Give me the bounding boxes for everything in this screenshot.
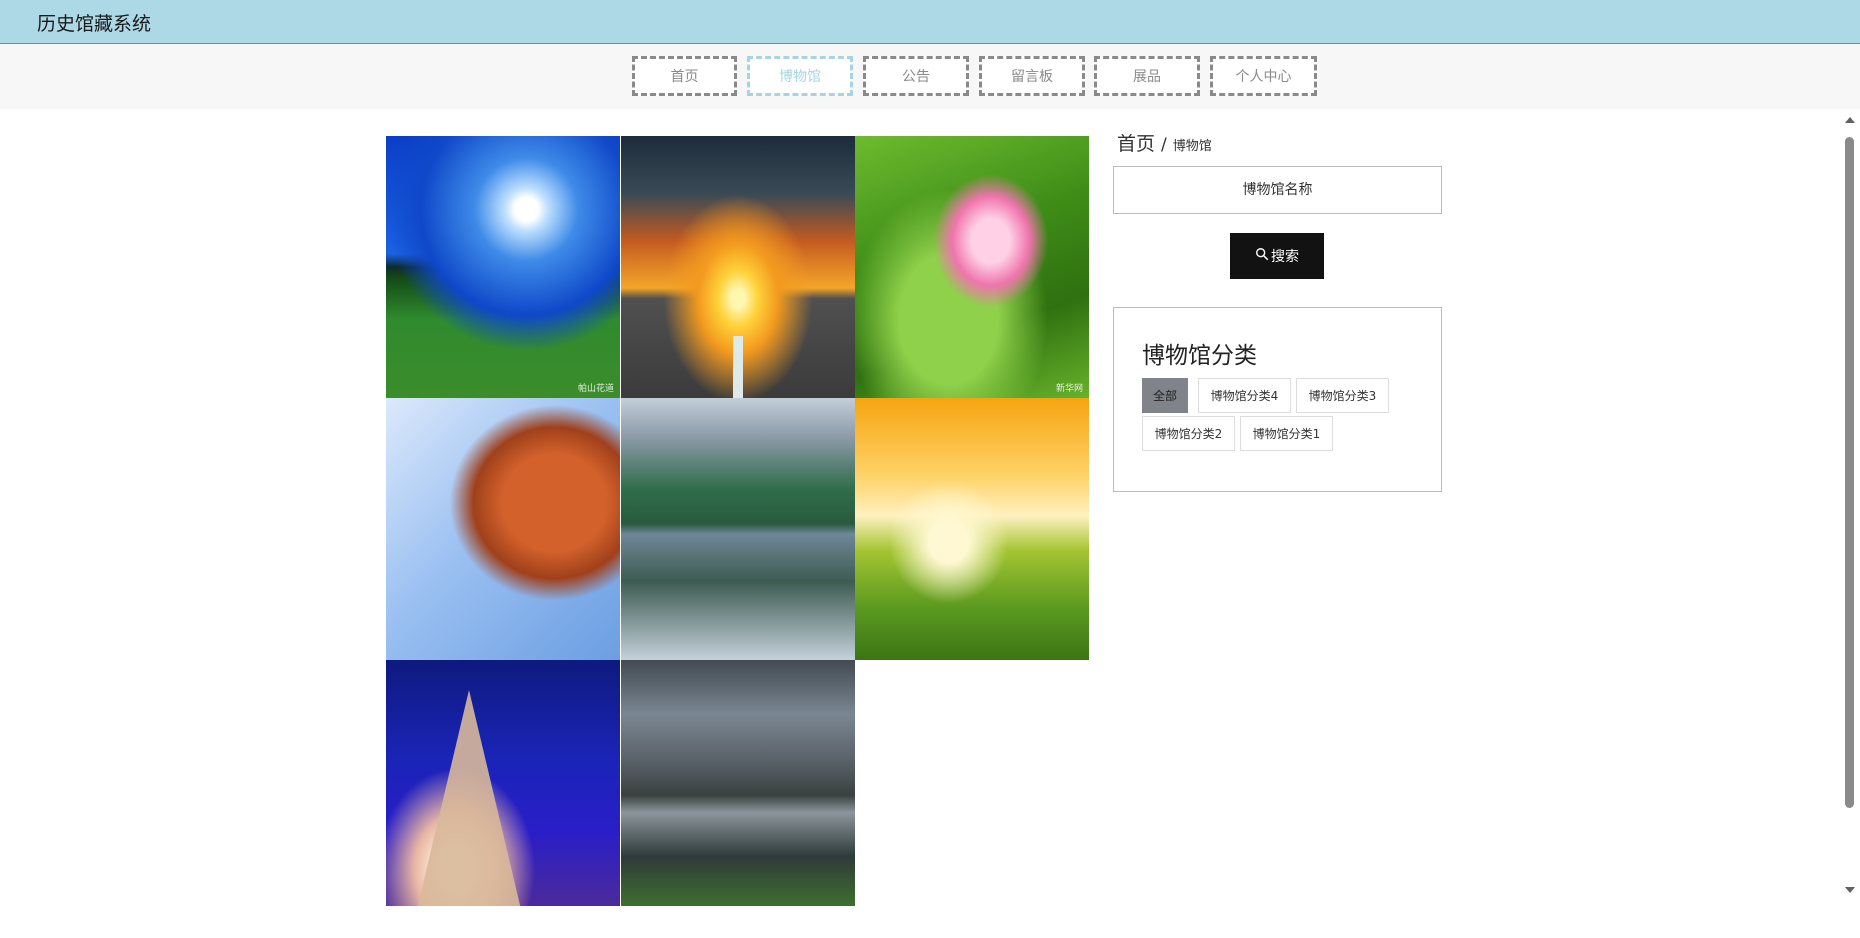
gallery-tile[interactable] xyxy=(621,136,855,398)
image-watermark: 新华网 xyxy=(1055,384,1083,394)
gallery-tile[interactable] xyxy=(386,398,620,660)
nav-item-message-board[interactable]: 留言板 xyxy=(979,56,1085,96)
gallery-tile[interactable]: 新华网 xyxy=(855,136,1089,398)
nav-item-home[interactable]: 首页 xyxy=(632,56,737,96)
top-bar: 历史馆藏系统 xyxy=(0,0,1860,44)
vertical-scrollbar[interactable] xyxy=(1841,109,1858,938)
main-nav: 首页 博物馆 公告 留言板 展品 个人中心 xyxy=(0,44,1860,109)
gallery-tile[interactable] xyxy=(386,660,620,906)
breadcrumb: 首页 / 博物馆 xyxy=(1117,129,1212,156)
search-icon xyxy=(1255,247,1269,265)
road-line xyxy=(733,336,743,398)
gallery-tile[interactable]: 帕山花道 xyxy=(386,136,620,398)
main-content: 帕山花道 新华网 首页 / 博物馆 搜索 博物馆分类 全部 博物馆分类4 博物馆… xyxy=(0,109,1860,938)
museum-category-panel: 博物馆分类 全部 博物馆分类4 博物馆分类3 博物馆分类2 博物馆分类1 xyxy=(1113,307,1442,492)
category-tag[interactable]: 博物馆分类4 xyxy=(1198,378,1291,413)
image-watermark: 帕山花道 xyxy=(577,384,614,394)
nav-item-exhibits[interactable]: 展品 xyxy=(1094,56,1200,96)
museum-name-search-input[interactable] xyxy=(1113,166,1442,214)
app-title: 历史馆藏系统 xyxy=(37,13,152,35)
nav-item-profile[interactable]: 个人中心 xyxy=(1210,56,1317,96)
nav-item-museum[interactable]: 博物馆 xyxy=(747,56,853,96)
breadcrumb-current: 博物馆 xyxy=(1172,139,1212,154)
tower-shape xyxy=(414,690,524,906)
scroll-up-arrow-icon[interactable] xyxy=(1845,117,1855,123)
breadcrumb-separator: / xyxy=(1161,135,1167,155)
scroll-down-arrow-icon[interactable] xyxy=(1845,887,1855,893)
scroll-thumb[interactable] xyxy=(1845,137,1854,808)
nav-item-notice[interactable]: 公告 xyxy=(863,56,969,96)
gallery-tile[interactable] xyxy=(621,398,855,660)
search-button[interactable]: 搜索 xyxy=(1230,233,1324,279)
search-button-label: 搜索 xyxy=(1271,249,1299,265)
category-tag[interactable]: 博物馆分类2 xyxy=(1142,416,1235,451)
museum-gallery: 帕山花道 新华网 xyxy=(386,136,1089,906)
category-tag-all[interactable]: 全部 xyxy=(1142,378,1188,413)
category-tag[interactable]: 博物馆分类1 xyxy=(1240,416,1333,451)
category-title: 博物馆分类 xyxy=(1142,343,1257,369)
category-tag[interactable]: 博物馆分类3 xyxy=(1296,378,1389,413)
breadcrumb-home[interactable]: 首页 xyxy=(1117,129,1155,156)
gallery-tile[interactable] xyxy=(855,398,1089,660)
gallery-tile[interactable] xyxy=(621,660,855,906)
